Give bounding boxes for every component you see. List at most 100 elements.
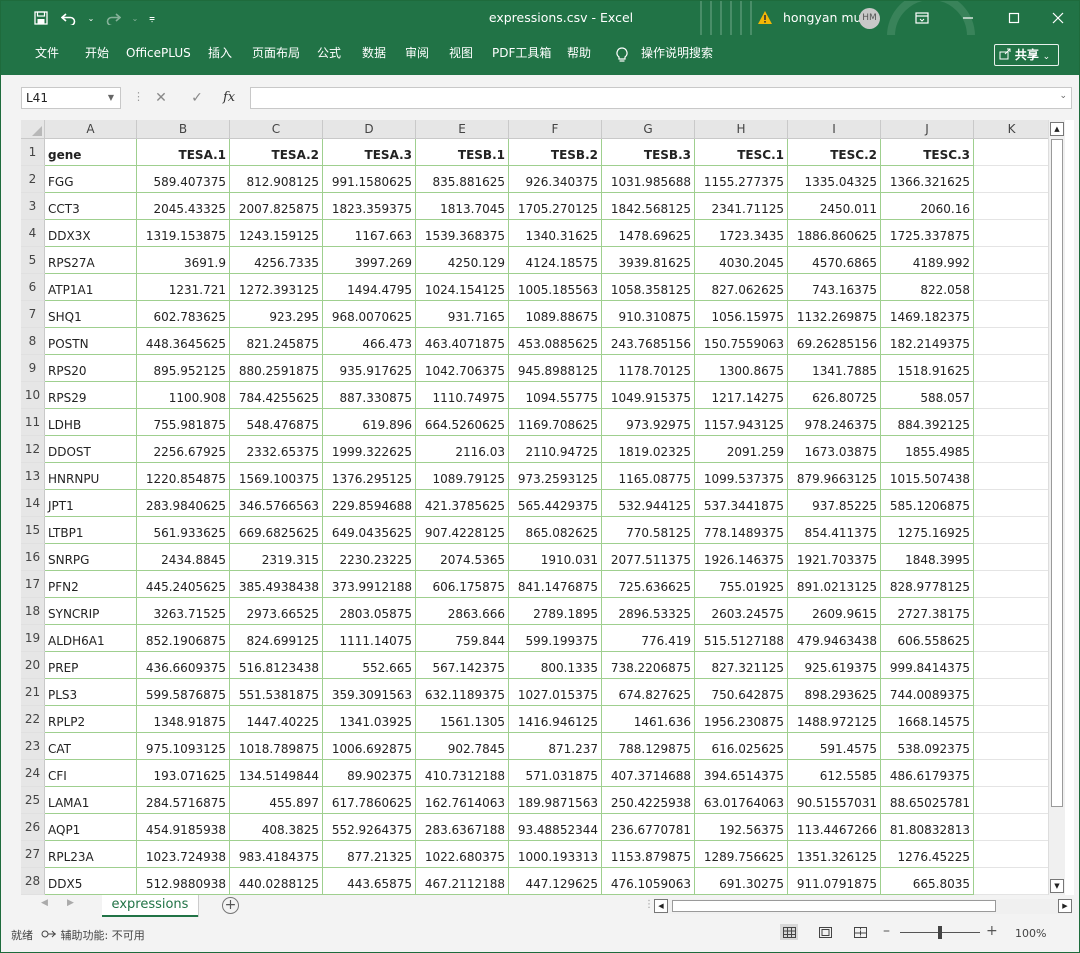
table-cell[interactable]: 871.237 xyxy=(509,733,602,760)
table-cell[interactable]: RPL23A xyxy=(45,841,137,868)
table-cell[interactable]: 891.0213125 xyxy=(788,571,881,598)
tab-insert[interactable]: 插入 xyxy=(208,35,232,75)
table-cell[interactable]: 283.9840625 xyxy=(137,490,230,517)
table-cell[interactable]: 1335.04325 xyxy=(788,166,881,193)
table-cell[interactable]: 3691.9 xyxy=(137,247,230,274)
table-cell[interactable]: 738.2206875 xyxy=(602,652,695,679)
table-cell[interactable]: 1348.91875 xyxy=(137,706,230,733)
row-header-6[interactable]: 6 xyxy=(21,274,45,301)
table-cell[interactable]: 1926.146375 xyxy=(695,544,788,571)
table-cell[interactable]: 669.6825625 xyxy=(230,517,323,544)
table-cell[interactable]: LDHB xyxy=(45,409,137,436)
table-cell[interactable]: 1018.789875 xyxy=(230,733,323,760)
table-cell[interactable]: 467.2112188 xyxy=(416,868,509,895)
table-cell[interactable]: 759.844 xyxy=(416,625,509,652)
row-header-2[interactable]: 2 xyxy=(21,166,45,193)
table-cell[interactable]: 1005.185563 xyxy=(509,274,602,301)
table-cell[interactable]: 1518.91625 xyxy=(881,355,974,382)
table-cell[interactable]: 385.4938438 xyxy=(230,571,323,598)
table-cell[interactable]: 1813.7045 xyxy=(416,193,509,220)
table-cell[interactable]: 2609.9615 xyxy=(788,598,881,625)
table-cell[interactable]: 1275.16925 xyxy=(881,517,974,544)
column-header-h[interactable]: H xyxy=(695,120,788,139)
table-cell[interactable]: 1042.706375 xyxy=(416,355,509,382)
table-cell[interactable]: 466.473 xyxy=(323,328,416,355)
row-header-7[interactable]: 7 xyxy=(21,301,45,328)
table-cell[interactable] xyxy=(974,247,1050,274)
table-cell[interactable]: 1276.45225 xyxy=(881,841,974,868)
table-cell[interactable]: 1366.321625 xyxy=(881,166,974,193)
row-header-18[interactable]: 18 xyxy=(21,598,45,625)
table-cell[interactable]: 1319.153875 xyxy=(137,220,230,247)
table-cell[interactable]: 2341.71125 xyxy=(695,193,788,220)
table-cell[interactable]: 113.4467266 xyxy=(788,814,881,841)
table-cell[interactable]: 665.8035 xyxy=(881,868,974,895)
table-cell[interactable]: 1058.358125 xyxy=(602,274,695,301)
table-cell[interactable]: 4250.129 xyxy=(416,247,509,274)
tell-me-search[interactable]: 操作说明搜索 xyxy=(641,35,713,75)
table-cell[interactable]: 1668.14575 xyxy=(881,706,974,733)
row-header-25[interactable]: 25 xyxy=(21,787,45,814)
table-cell[interactable]: 835.881625 xyxy=(416,166,509,193)
table-cell[interactable]: 1165.08775 xyxy=(602,463,695,490)
table-cell[interactable]: 81.80832813 xyxy=(881,814,974,841)
table-cell[interactable]: 616.025625 xyxy=(695,733,788,760)
user-name[interactable]: hongyan mu xyxy=(783,1,861,35)
table-cell[interactable]: 1823.359375 xyxy=(323,193,416,220)
expand-formula-icon[interactable]: ⌄ xyxy=(1059,91,1067,101)
table-cell[interactable]: 978.246375 xyxy=(788,409,881,436)
row-header-22[interactable]: 22 xyxy=(21,706,45,733)
horizontal-scrollbar[interactable]: ◀ ▶ xyxy=(654,899,1072,914)
table-cell[interactable]: 931.7165 xyxy=(416,301,509,328)
table-cell[interactable]: 532.944125 xyxy=(602,490,695,517)
tab-splitter[interactable]: ⋮ xyxy=(644,899,654,910)
table-cell[interactable]: 1027.015375 xyxy=(509,679,602,706)
table-cell[interactable]: 1111.14075 xyxy=(323,625,416,652)
table-cell[interactable]: 865.082625 xyxy=(509,517,602,544)
header-cell[interactable]: TESA.3 xyxy=(323,139,416,166)
table-cell[interactable] xyxy=(974,625,1050,652)
sheet-next-icon[interactable]: ▶ xyxy=(67,898,74,908)
table-cell[interactable]: 1110.74975 xyxy=(416,382,509,409)
table-cell[interactable]: 1167.663 xyxy=(323,220,416,247)
header-cell[interactable]: TESC.1 xyxy=(695,139,788,166)
table-cell[interactable]: SHQ1 xyxy=(45,301,137,328)
table-cell[interactable]: 750.642875 xyxy=(695,679,788,706)
table-cell[interactable]: 999.8414375 xyxy=(881,652,974,679)
table-cell[interactable] xyxy=(974,544,1050,571)
table-cell[interactable] xyxy=(974,166,1050,193)
table-cell[interactable]: 1272.393125 xyxy=(230,274,323,301)
table-cell[interactable]: 150.7559063 xyxy=(695,328,788,355)
table-cell[interactable]: 561.933625 xyxy=(137,517,230,544)
tab-review[interactable]: 审阅 xyxy=(405,35,429,75)
table-cell[interactable]: 162.7614063 xyxy=(416,787,509,814)
table-cell[interactable] xyxy=(974,193,1050,220)
table-cell[interactable]: 250.4225938 xyxy=(602,787,695,814)
lightbulb-icon[interactable] xyxy=(616,47,628,63)
scroll-down-icon[interactable]: ▼ xyxy=(1050,879,1064,893)
table-cell[interactable]: 1153.879875 xyxy=(602,841,695,868)
table-cell[interactable]: 512.9880938 xyxy=(137,868,230,895)
tab-page-layout[interactable]: 页面布局 xyxy=(252,35,300,75)
table-cell[interactable]: 2077.511375 xyxy=(602,544,695,571)
customize-qat-icon[interactable]: ⩦ xyxy=(147,8,157,28)
zoom-out-icon[interactable]: – xyxy=(883,923,890,939)
header-cell[interactable]: TESC.2 xyxy=(788,139,881,166)
tab-view[interactable]: 视图 xyxy=(449,35,473,75)
table-cell[interactable]: 1169.708625 xyxy=(509,409,602,436)
table-cell[interactable]: 827.062625 xyxy=(695,274,788,301)
table-cell[interactable]: 589.407375 xyxy=(137,166,230,193)
table-cell[interactable]: 4189.992 xyxy=(881,247,974,274)
table-cell[interactable]: 898.293625 xyxy=(788,679,881,706)
table-cell[interactable]: 1848.3995 xyxy=(881,544,974,571)
row-header-14[interactable]: 14 xyxy=(21,490,45,517)
row-header-21[interactable]: 21 xyxy=(21,679,45,706)
table-cell[interactable]: ATP1A1 xyxy=(45,274,137,301)
row-header-19[interactable]: 19 xyxy=(21,625,45,652)
table-cell[interactable] xyxy=(974,355,1050,382)
table-cell[interactable]: PREP xyxy=(45,652,137,679)
table-cell[interactable]: 910.310875 xyxy=(602,301,695,328)
table-cell[interactable]: 2110.94725 xyxy=(509,436,602,463)
table-cell[interactable]: 2727.38175 xyxy=(881,598,974,625)
table-cell[interactable]: 674.827625 xyxy=(602,679,695,706)
